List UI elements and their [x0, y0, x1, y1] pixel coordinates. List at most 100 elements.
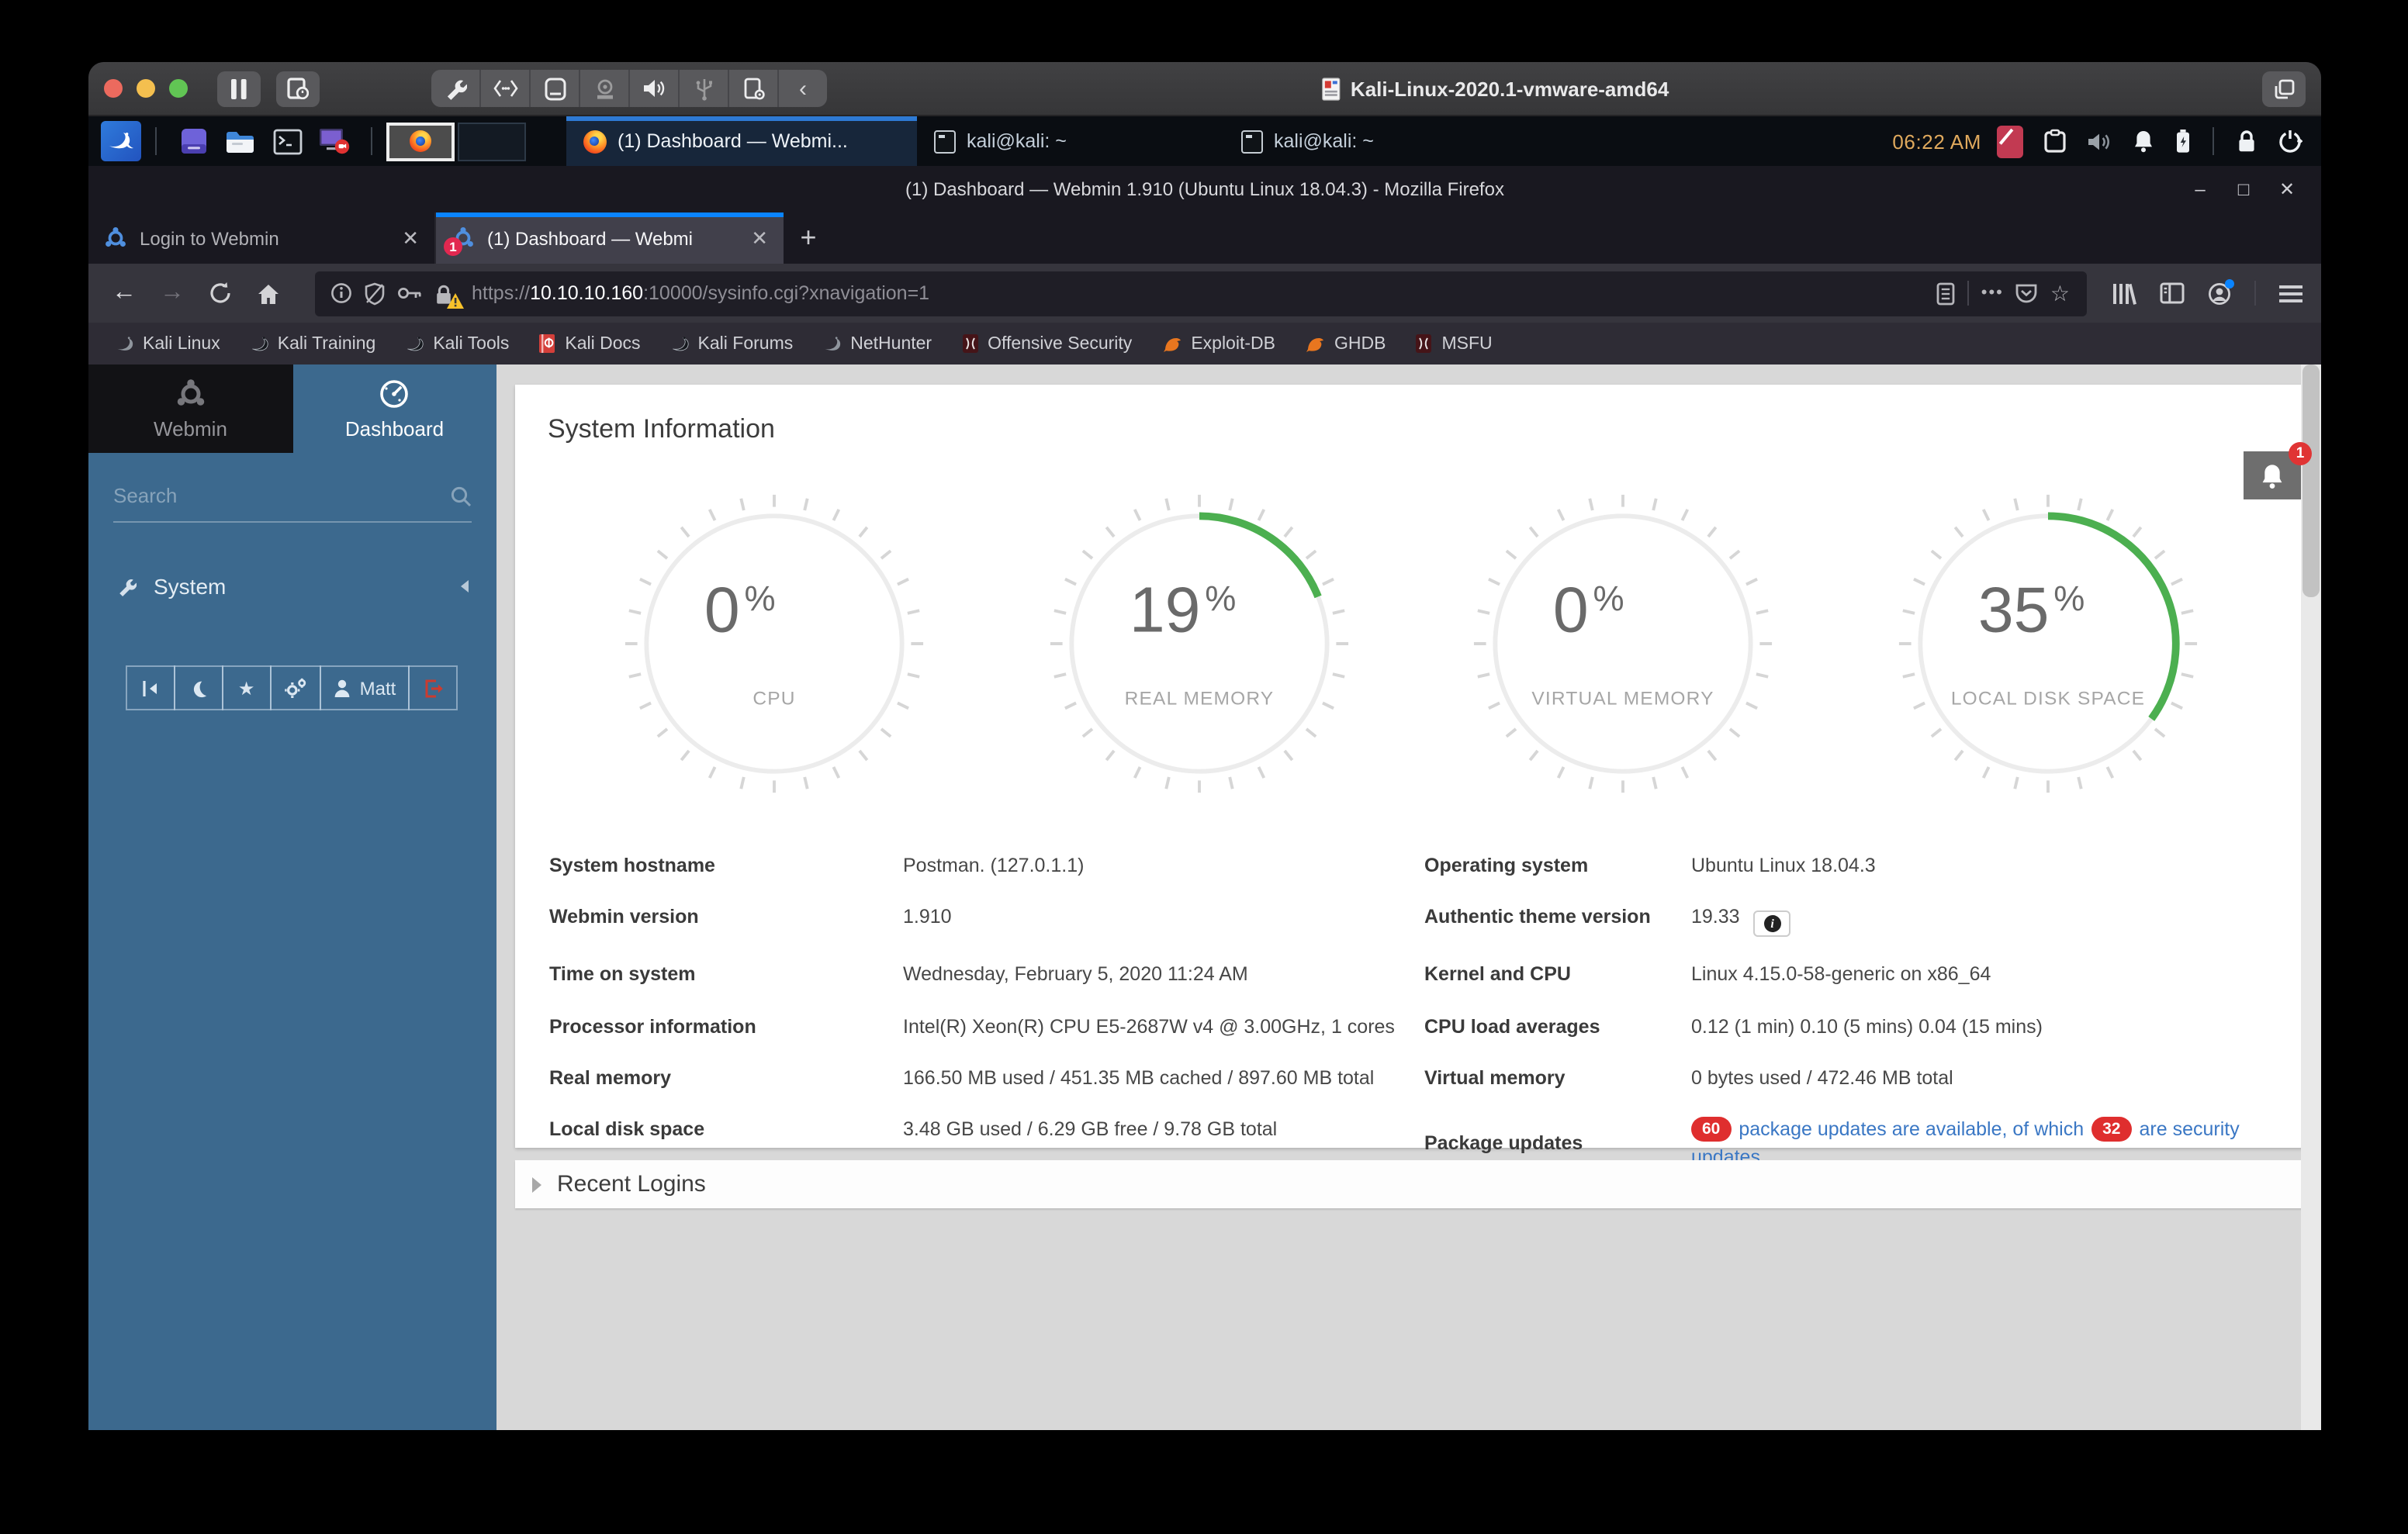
clipboard-tray-icon[interactable]: [2043, 129, 2067, 154]
vm-pause-button[interactable]: [217, 71, 261, 106]
forward-button[interactable]: →: [155, 280, 189, 306]
maximize-button[interactable]: □: [2222, 171, 2265, 208]
url-bar[interactable]: https://10.10.10.160:10000/sysinfo.cgi?x…: [315, 271, 2087, 316]
home-button[interactable]: [251, 282, 285, 305]
terminal-launcher-icon[interactable]: [268, 123, 306, 160]
reload-button[interactable]: [203, 281, 237, 306]
tab-login-to-webmin[interactable]: Login to Webmin ✕: [88, 212, 436, 264]
minimize-traffic-light[interactable]: [137, 79, 155, 98]
page-scrollbar[interactable]: [2301, 364, 2321, 1430]
panel-clock[interactable]: 06:22 AM: [1892, 130, 1981, 153]
usb-icon: [695, 78, 711, 100]
taskbar-button-terminal-1[interactable]: kali@kali: ~: [917, 116, 1224, 166]
vm-sound-button[interactable]: [630, 70, 678, 107]
sidebar-tab-webmin[interactable]: Webmin: [88, 364, 292, 453]
page-actions-icon[interactable]: •••: [1981, 284, 2004, 302]
workspace-1[interactable]: [386, 122, 455, 161]
vm-toolbar-collapse-button[interactable]: ‹: [779, 70, 827, 107]
lock-tray-icon[interactable]: [2236, 129, 2258, 154]
collapse-sidebar-button[interactable]: [125, 665, 175, 710]
tab-close-icon[interactable]: ✕: [751, 226, 768, 250]
tab-close-icon[interactable]: ✕: [402, 226, 419, 250]
taskbar-button-firefox[interactable]: (1) Dashboard — Webmi...: [566, 116, 917, 166]
notifications-tray-icon[interactable]: [2132, 129, 2155, 154]
bookmark-kali-tools[interactable]: Kali Tools: [405, 333, 509, 354]
vm-window-title: Kali-Linux-2020.1-vmware-amd64: [1321, 77, 1669, 100]
vm-harddisk-button[interactable]: [531, 70, 579, 107]
user-button[interactable]: Matt: [319, 665, 410, 710]
navbar-right-icons: [2112, 278, 2302, 306]
sidebar-toggle-icon[interactable]: [2160, 282, 2185, 304]
reader-mode-icon[interactable]: [1936, 282, 1955, 305]
sidebar-item-system[interactable]: System: [88, 560, 496, 613]
updates-count-badge: 60: [1691, 1117, 1732, 1142]
info-value: 0.12 (1 min) 0.10 (5 mins) 0.04 (15 mins…: [1691, 1015, 2043, 1038]
taskbar-label: (1) Dashboard — Webmi...: [618, 130, 848, 152]
library-icon[interactable]: [2112, 282, 2136, 305]
scrollbar-thumb[interactable]: [2302, 364, 2320, 597]
insecure-lock-warning-icon[interactable]: [434, 282, 464, 308]
bookmark-kali-docs[interactable]: Kali Docs: [538, 333, 641, 354]
info-label: CPU load averages: [1424, 1015, 1600, 1038]
sidebar-tab-label: Dashboard: [344, 416, 445, 440]
screen-recorder-launcher-icon[interactable]: [315, 123, 352, 160]
workspace-2[interactable]: [458, 122, 526, 161]
favorites-button[interactable]: ★: [221, 665, 272, 710]
url-text[interactable]: https://10.10.10.160:10000/sysinfo.cgi?x…: [472, 282, 1924, 304]
notes-tray-icon[interactable]: [1997, 125, 2023, 157]
minimize-button[interactable]: –: [2178, 171, 2222, 208]
back-button[interactable]: ←: [107, 280, 141, 306]
close-button[interactable]: ✕: [2265, 171, 2309, 208]
kali-menu-button[interactable]: [101, 121, 141, 161]
sidebar-search[interactable]: [113, 484, 472, 523]
new-tab-button[interactable]: +: [784, 212, 833, 264]
bookmark-label: Kali Training: [277, 334, 376, 353]
speaker-icon: [644, 80, 665, 97]
bookmark-offensive-security[interactable]: Offensive Security: [961, 333, 1132, 354]
vm-clipboard-settings-button[interactable]: [729, 70, 777, 107]
info-value: Postman. (127.0.1.1): [903, 855, 1085, 876]
tracking-shield-icon[interactable]: [365, 282, 385, 305]
bookmark-star-icon[interactable]: ☆: [2050, 280, 2071, 306]
folder-launcher-icon[interactable]: [222, 123, 259, 160]
vm-usb-button[interactable]: [680, 70, 728, 107]
gauge-label: LOCAL DISK SPACE: [1951, 688, 2145, 709]
bookmark-exploit-db[interactable]: Exploit-DB: [1161, 334, 1275, 353]
search-input[interactable]: [113, 484, 450, 507]
pocket-icon[interactable]: [2016, 282, 2038, 304]
bookmark-ghdb[interactable]: GHDB: [1305, 334, 1386, 353]
bookmark-msfu[interactable]: MSFU: [1415, 333, 1493, 354]
recent-logins-section[interactable]: Recent Logins: [515, 1160, 2307, 1208]
theme-info-button[interactable]: i: [1753, 910, 1791, 938]
bookmark-kali-forums[interactable]: Kali Forums: [670, 333, 793, 354]
notifications-tab[interactable]: 1: [2244, 442, 2312, 499]
vm-camera-button[interactable]: [580, 70, 628, 107]
vm-snapshot-button[interactable]: [276, 71, 320, 106]
battery-tray-icon[interactable]: [2175, 129, 2191, 154]
vm-fullscreen-button[interactable]: [2262, 71, 2306, 106]
webmin-page: Webmin Dashboard System: [88, 364, 2321, 1430]
bookmark-nethunter[interactable]: NetHunter: [822, 333, 932, 354]
key-icon[interactable]: [397, 285, 422, 301]
night-mode-button[interactable]: [173, 665, 223, 710]
tab-dashboard-webmin[interactable]: 1 (1) Dashboard — Webmi ✕: [436, 212, 784, 264]
site-info-icon[interactable]: [330, 282, 352, 304]
moon-icon: [193, 680, 206, 697]
bookmark-kali-linux[interactable]: Kali Linux: [115, 333, 220, 354]
package-updates-link[interactable]: package updates are available, of which: [1739, 1118, 2084, 1140]
account-button[interactable]: [2208, 278, 2234, 305]
close-traffic-light[interactable]: [104, 79, 123, 98]
menu-hamburger-icon[interactable]: [2279, 283, 2302, 303]
red-book-icon: [539, 334, 555, 353]
taskbar-button-terminal-2[interactable]: kali@kali: ~: [1224, 116, 1531, 166]
settings-button[interactable]: [269, 665, 321, 710]
zoom-traffic-light[interactable]: [169, 79, 188, 98]
bookmark-kali-training[interactable]: Kali Training: [250, 333, 376, 354]
sidebar-tab-dashboard[interactable]: Dashboard: [292, 364, 496, 453]
files-launcher-icon[interactable]: [175, 123, 213, 160]
logout-button[interactable]: [408, 665, 458, 710]
vm-settings-wrench-button[interactable]: [431, 70, 479, 107]
volume-tray-icon[interactable]: [2087, 130, 2112, 153]
power-tray-icon[interactable]: [2278, 129, 2302, 154]
vm-serial-button[interactable]: [481, 70, 529, 107]
